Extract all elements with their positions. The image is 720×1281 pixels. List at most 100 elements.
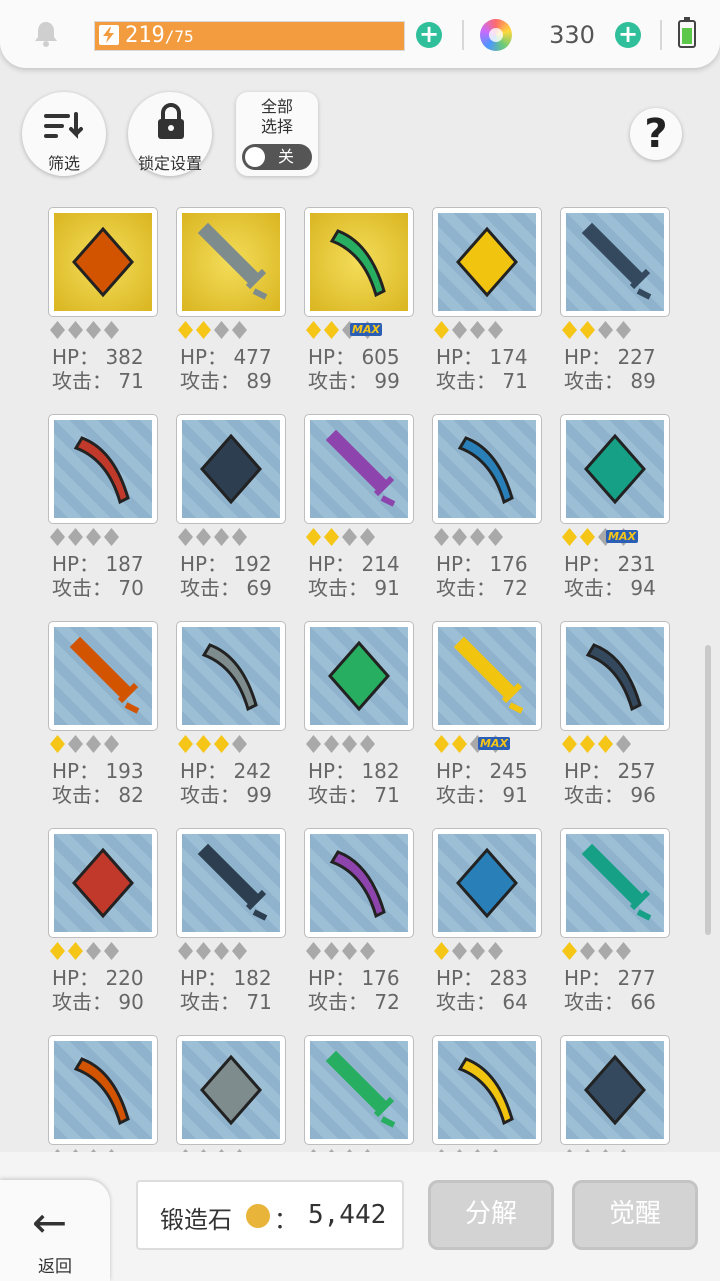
- battery-icon: [678, 17, 696, 48]
- item-tile[interactable]: [560, 828, 670, 938]
- item-card[interactable]: HP： 242 攻击： 99: [176, 621, 306, 821]
- item-card[interactable]: HP： 176 攻击： 72: [304, 828, 434, 1028]
- hp-stat: HP： 227: [564, 345, 656, 369]
- max-badge: MAX: [606, 530, 638, 543]
- gray-diamond-icon: [232, 942, 247, 960]
- add-energy-button[interactable]: +: [416, 22, 442, 48]
- back-button[interactable]: ← 返回: [0, 1180, 110, 1281]
- gold-diamond-icon: [562, 942, 577, 960]
- item-tile[interactable]: [560, 207, 670, 317]
- item-grid: HP： 33攻击： 98攻击： 71HP： 413攻击： 101HP： 418攻…: [0, 0, 720, 1167]
- item-card[interactable]: MAX HP： 231 攻击： 94: [560, 414, 690, 614]
- item-card[interactable]: MAX HP： 605 攻击： 99: [304, 207, 434, 407]
- gray-diamond-icon: [598, 942, 613, 960]
- item-tile[interactable]: [48, 1035, 158, 1145]
- arrow-left-icon: ←: [32, 1198, 68, 1247]
- item-card[interactable]: MAX HP： 245 攻击： 91: [432, 621, 562, 821]
- gray-diamond-icon: [342, 528, 357, 546]
- dark-blade-icon: [200, 433, 262, 505]
- item-tile[interactable]: [432, 828, 542, 938]
- forge-stone-display: 锻造石 ： 5,442: [136, 1180, 404, 1250]
- item-tile[interactable]: [304, 414, 414, 524]
- help-button[interactable]: ?: [630, 108, 682, 160]
- item-tile[interactable]: [304, 621, 414, 731]
- gray-diamond-icon: [324, 942, 339, 960]
- item-tile[interactable]: [560, 1035, 670, 1145]
- item-tile[interactable]: [304, 207, 414, 317]
- gold-diamond-icon: [196, 735, 211, 753]
- item-tile[interactable]: [432, 414, 542, 524]
- battle-axe-icon: [584, 433, 646, 505]
- item-tile[interactable]: [176, 414, 286, 524]
- item-tile[interactable]: [304, 1035, 414, 1145]
- item-card[interactable]: HP： 477 攻击： 89: [176, 207, 306, 407]
- awaken-button[interactable]: 觉醒: [572, 1180, 698, 1250]
- gold-diamond-icon: [434, 942, 449, 960]
- silver-spear-icon: [585, 643, 642, 712]
- item-card[interactable]: HP： 182 攻击： 71: [176, 828, 306, 1028]
- star-rating: [562, 735, 672, 757]
- star-rating: [306, 735, 416, 757]
- item-tile[interactable]: [176, 828, 286, 938]
- lightning-icon: [99, 25, 119, 45]
- item-tile[interactable]: [560, 621, 670, 731]
- gray-diamond-icon: [488, 528, 503, 546]
- hp-stat: HP： 605: [308, 345, 400, 369]
- decompose-button[interactable]: 分解: [428, 1180, 554, 1250]
- item-card[interactable]: HP： 182 攻击： 71: [304, 621, 434, 821]
- item-tile[interactable]: [304, 828, 414, 938]
- filter-button[interactable]: 筛选: [22, 92, 106, 176]
- gold-diamond-icon: [562, 321, 577, 339]
- item-frame: [310, 420, 408, 518]
- gray-diamond-icon: [616, 942, 631, 960]
- bell-icon[interactable]: [30, 18, 62, 50]
- item-tile[interactable]: [432, 207, 542, 317]
- attack-stat: 攻击： 70: [52, 576, 144, 600]
- item-card[interactable]: HP： 193 攻击： 82: [48, 621, 178, 821]
- item-card[interactable]: HP： 277 攻击： 66: [560, 828, 690, 1028]
- item-tile[interactable]: [432, 621, 542, 731]
- amber-orb-icon: [72, 226, 134, 298]
- gray-diamond-icon: [214, 942, 229, 960]
- teal-sword-icon: [581, 222, 652, 300]
- gold-diamond-icon: [434, 735, 449, 753]
- gold-diamond-icon: [580, 528, 595, 546]
- gray-diamond-icon: [214, 321, 229, 339]
- item-tile[interactable]: [560, 414, 670, 524]
- select-all-toggle[interactable]: 关: [242, 144, 312, 170]
- app-root: { "header": { "energy_current": "219", "…: [0, 0, 720, 1281]
- star-rating: [562, 942, 672, 964]
- item-tile[interactable]: [176, 1035, 286, 1145]
- gold-diamond-icon: [306, 528, 321, 546]
- item-tile[interactable]: [176, 621, 286, 731]
- item-card[interactable]: HP： 214 攻击： 91: [304, 414, 434, 614]
- gray-diamond-icon: [342, 735, 357, 753]
- flame-sword-icon: [457, 436, 514, 505]
- select-all-label-2: 选择: [260, 117, 293, 136]
- item-tile[interactable]: [176, 207, 286, 317]
- item-frame: [54, 627, 152, 725]
- gray-diamond-icon: [470, 942, 485, 960]
- forge-stone-colon: ：: [274, 1206, 298, 1234]
- scrollbar[interactable]: [705, 645, 711, 935]
- item-card[interactable]: HP： 283 攻击： 64: [432, 828, 562, 1028]
- add-gem-button[interactable]: +: [615, 22, 641, 48]
- item-card[interactable]: HP： 382 攻击： 71: [48, 207, 178, 407]
- item-card[interactable]: HP： 176 攻击： 72: [432, 414, 562, 614]
- item-tile[interactable]: [48, 828, 158, 938]
- item-card[interactable]: HP： 220 攻击： 90: [48, 828, 178, 1028]
- item-card[interactable]: HP： 227 攻击： 89: [560, 207, 690, 407]
- toggle-state: 关: [278, 147, 295, 166]
- item-frame: [182, 627, 280, 725]
- item-tile[interactable]: [48, 414, 158, 524]
- item-card[interactable]: HP： 174 攻击： 71: [432, 207, 562, 407]
- gold-diamond-icon: [562, 735, 577, 753]
- item-tile[interactable]: [48, 207, 158, 317]
- lock-settings-button[interactable]: 锁定设置: [128, 92, 212, 176]
- hp-stat: HP： 176: [308, 966, 400, 990]
- item-tile[interactable]: [48, 621, 158, 731]
- item-card[interactable]: HP： 192 攻击： 69: [176, 414, 306, 614]
- item-card[interactable]: HP： 187 攻击： 70: [48, 414, 178, 614]
- item-card[interactable]: HP： 257 攻击： 96: [560, 621, 690, 821]
- item-tile[interactable]: [432, 1035, 542, 1145]
